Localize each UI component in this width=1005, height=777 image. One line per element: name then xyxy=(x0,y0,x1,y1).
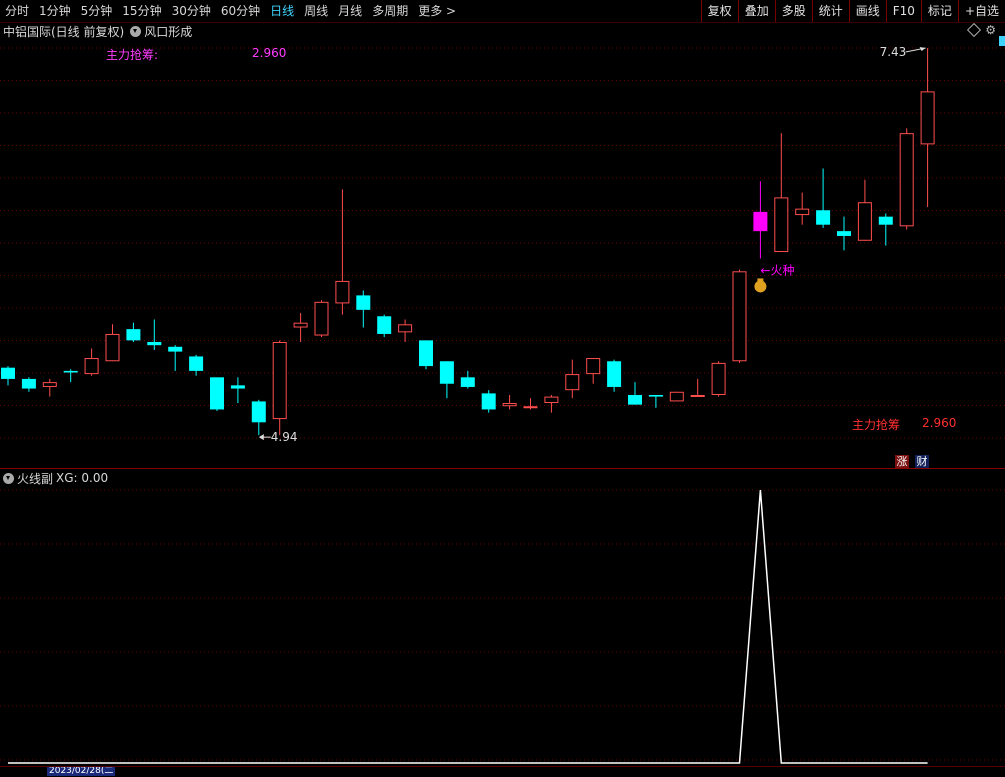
bottom-legend-value: 2.960 xyxy=(922,416,957,430)
candle-body xyxy=(607,361,622,387)
candle-body xyxy=(84,358,99,375)
candle-body xyxy=(648,394,663,397)
candle-body xyxy=(377,316,392,334)
legend-label: 主力抢筹: xyxy=(106,48,159,62)
candle-body xyxy=(899,133,914,227)
badge-finance[interactable]: 财 xyxy=(915,455,929,469)
candle-body xyxy=(774,197,789,253)
candle-body xyxy=(21,378,36,389)
candle-body xyxy=(439,361,454,384)
candle-body xyxy=(189,356,204,371)
candle-body xyxy=(272,341,287,420)
candle-body xyxy=(147,341,162,346)
signal-label: ←火种 xyxy=(760,263,794,277)
candle-body xyxy=(210,377,224,410)
candle-body xyxy=(63,370,78,373)
sub-indicator-value: XG: 0.00 xyxy=(56,471,109,485)
date-axis[interactable] xyxy=(0,766,1005,777)
candle-body xyxy=(105,333,120,362)
date-cursor: 2023/02/28(二 xyxy=(47,767,116,776)
candle-body xyxy=(669,391,684,402)
candle-body xyxy=(816,210,831,225)
panel-divider[interactable] xyxy=(0,468,1005,469)
candle-body xyxy=(711,362,726,395)
candle-body xyxy=(314,301,329,336)
candle-body xyxy=(356,295,371,310)
candle-body xyxy=(523,406,538,409)
candle-body xyxy=(732,271,747,362)
candle-body xyxy=(753,211,768,232)
dropdown-icon[interactable] xyxy=(3,472,14,484)
candle-body xyxy=(42,382,57,387)
candle-body xyxy=(544,396,559,404)
candle-body xyxy=(628,394,642,405)
candle-body xyxy=(586,358,601,375)
candle-body xyxy=(126,329,141,341)
sub-indicator-name: 火线副 xyxy=(17,471,54,486)
candle-body xyxy=(690,394,705,397)
candle-body xyxy=(230,385,245,389)
candle-body xyxy=(293,322,308,328)
candle-body xyxy=(857,202,872,241)
candle-body xyxy=(419,340,433,367)
candle-body xyxy=(1,367,15,379)
badge-up[interactable]: 涨 xyxy=(895,455,909,469)
money-bag-icon xyxy=(754,280,767,293)
low-price-label: 4.94 xyxy=(271,430,298,444)
low-arrow-head xyxy=(258,434,264,441)
candle-body xyxy=(920,91,935,145)
xg-series-line xyxy=(8,489,928,764)
sub-panel-title: 火线副 XG: 0.00 xyxy=(0,470,108,486)
legend-value: 2.960 xyxy=(252,46,287,60)
candle-body xyxy=(565,374,580,391)
money-bag-icon xyxy=(757,278,764,282)
candle-body xyxy=(168,346,183,352)
candlestick-chart[interactable]: 7.43 4.94 ←火种 xyxy=(0,0,1005,776)
candle-body xyxy=(502,403,517,407)
candle-body xyxy=(481,393,496,410)
candle-body xyxy=(460,377,475,387)
candle-body xyxy=(398,324,413,333)
candle-body xyxy=(251,401,266,423)
candle-body xyxy=(335,280,350,304)
candle-body xyxy=(878,216,893,225)
candle-body xyxy=(795,208,810,216)
high-price-label: 7.43 xyxy=(880,45,907,59)
candle-body xyxy=(837,231,851,236)
bottom-legend-label: 主力抢筹 xyxy=(852,418,901,432)
